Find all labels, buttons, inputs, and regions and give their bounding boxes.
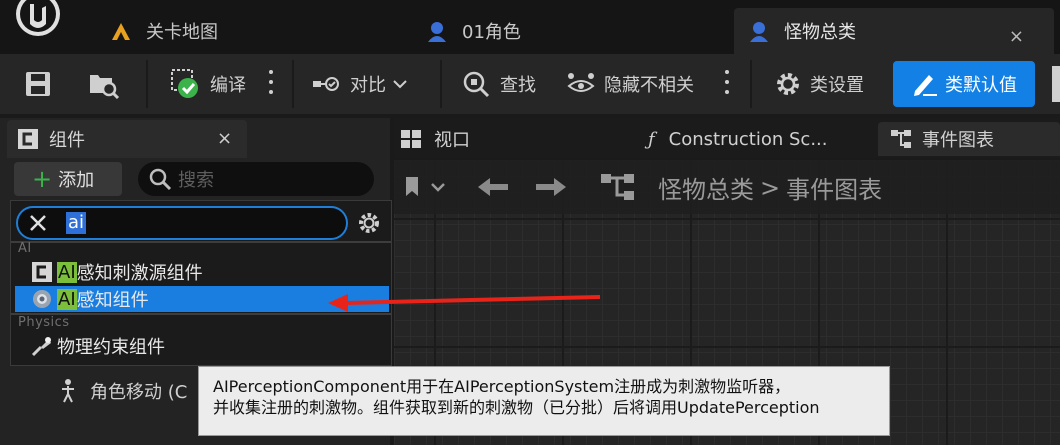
- hide-unrelated-button[interactable]: 隐藏不相关: [566, 64, 694, 104]
- category-divider: [11, 241, 391, 243]
- add-component-dropdown: ai AI AI 感知刺激源组件 AI 感知组件 Physics 物理约束组件: [10, 200, 392, 366]
- item-label: 角色移动 (C: [90, 382, 188, 403]
- tab-viewport[interactable]: 视口: [400, 122, 470, 156]
- class-settings-label: 类设置: [810, 75, 864, 96]
- breadcrumb-current: 事件图表: [786, 176, 883, 204]
- tab-monster-class[interactable]: 怪物总类 ×: [734, 8, 1054, 54]
- search-query: ai: [66, 212, 87, 234]
- category-header: AI: [18, 241, 32, 256]
- event-graph-icon: [891, 130, 911, 148]
- physics-constraint-icon: [31, 337, 51, 357]
- clear-search-icon[interactable]: [28, 213, 48, 233]
- back-arrow-icon[interactable]: [476, 176, 510, 198]
- component-search-input[interactable]: 搜索: [138, 162, 374, 196]
- list-item-ai-perception[interactable]: AI 感知组件: [15, 286, 389, 312]
- overflow-edge: [1052, 66, 1060, 102]
- character-blueprint-icon: [428, 22, 446, 42]
- tab-label: 视口: [434, 130, 470, 151]
- class-defaults-label: 类默认值: [945, 75, 1017, 96]
- pencil-list-icon: [914, 75, 937, 96]
- tooltip-line-1: AIPerceptionComponent用于在AIPerceptionSyst…: [213, 377, 791, 396]
- tab-character[interactable]: 01角色: [426, 8, 521, 54]
- perception-icon: [33, 290, 51, 308]
- viewport-icon: [401, 130, 421, 148]
- plus-icon: +: [32, 165, 53, 193]
- tab-label: 怪物总类: [784, 22, 856, 43]
- class-defaults-button[interactable]: 类默认值: [893, 61, 1035, 107]
- tab-event-graph[interactable]: 事件图表: [878, 122, 1060, 156]
- toolbar-divider: [146, 60, 148, 108]
- list-item-physics-constraint[interactable]: 物理约束组件: [15, 333, 389, 359]
- diff-label: 对比: [350, 75, 386, 96]
- gear-icon: [777, 73, 799, 95]
- tab-label: Construction Sc...: [668, 128, 828, 150]
- components-tab[interactable]: 组件 ×: [7, 120, 247, 158]
- hide-unrelated-options-icon[interactable]: [724, 70, 730, 98]
- toolbar-divider: [750, 60, 752, 108]
- close-tab-button[interactable]: ×: [1009, 26, 1024, 47]
- search-placeholder: 搜索: [178, 170, 214, 191]
- movement-icon: [62, 379, 74, 403]
- tab-label: 事件图表: [922, 130, 994, 151]
- add-label: 添加: [58, 170, 95, 191]
- item-label: 感知刺激源组件: [76, 263, 203, 284]
- tab-construction-script[interactable]: ƒ Construction Sc...: [648, 122, 828, 156]
- toolbar: 编译 对比 查找 隐藏不相关 类设置 类默认值: [0, 54, 1060, 114]
- toolbar-divider: [440, 60, 442, 108]
- item-label: 物理约束组件: [57, 337, 165, 358]
- breadcrumb: 怪物总类 > 事件图表: [658, 170, 882, 205]
- item-label: 感知组件: [76, 290, 149, 311]
- component-c-icon: [18, 129, 38, 149]
- compile-label: 编译: [210, 75, 246, 96]
- graph-nodes-icon: [601, 174, 634, 200]
- unreal-logo-icon[interactable]: [10, 0, 70, 46]
- character-movement-item[interactable]: 角色移动 (C: [56, 378, 187, 404]
- breadcrumb-root[interactable]: 怪物总类: [658, 170, 754, 205]
- tab-label: 01角色: [462, 22, 521, 43]
- tab-label: 关卡地图: [146, 22, 218, 43]
- browse-button[interactable]: [88, 64, 128, 104]
- gear-icon[interactable]: [357, 211, 381, 235]
- save-button[interactable]: [24, 64, 60, 104]
- compile-button[interactable]: 编译: [170, 64, 246, 104]
- find-icon: [463, 71, 490, 98]
- list-item-ai-stimuli-source[interactable]: AI 感知刺激源组件: [15, 259, 389, 285]
- component-c-icon: [32, 262, 52, 282]
- save-icon: [26, 72, 50, 96]
- find-button[interactable]: 查找: [462, 64, 536, 104]
- component-tooltip: AIPerceptionComponent用于在AIPerceptionSyst…: [198, 366, 890, 436]
- toolbar-divider: [292, 60, 294, 108]
- compile-check-icon: [171, 69, 198, 98]
- function-icon: ƒ: [648, 128, 655, 150]
- editor-tab-bar: 视口 ƒ Construction Sc... 事件图表: [394, 118, 1060, 158]
- category-header: Physics: [18, 315, 70, 330]
- level-map-icon: [112, 23, 130, 40]
- match-highlight: AI: [57, 261, 77, 283]
- dropdown-search-input[interactable]: ai: [16, 206, 348, 240]
- diff-dropdown[interactable]: 对比: [312, 64, 416, 104]
- chevron-down-icon: [393, 80, 407, 89]
- hide-unrelated-icon: [567, 73, 595, 92]
- tab-level-map[interactable]: 关卡地图: [110, 8, 218, 54]
- components-title: 组件: [49, 130, 85, 151]
- tooltip-line-2: 并收集注册的刺激物。组件获取到新的刺激物（已分批）后将调用UpdatePerce…: [213, 398, 820, 417]
- compile-options-icon[interactable]: [268, 70, 274, 98]
- title-bar: 关卡地图 01角色 怪物总类 ×: [0, 0, 1060, 54]
- diff-icon: [313, 77, 339, 91]
- monster-blueprint-icon: [750, 22, 768, 42]
- forward-arrow-icon[interactable]: [534, 176, 568, 198]
- folder-search-icon: [90, 75, 120, 99]
- hide-unrelated-label: 隐藏不相关: [604, 75, 694, 96]
- find-label: 查找: [500, 75, 536, 96]
- breadcrumb-separator: >: [760, 173, 781, 202]
- close-panel-button[interactable]: ×: [217, 128, 232, 149]
- bookmark-icon[interactable]: [404, 176, 452, 198]
- search-icon: [149, 168, 172, 191]
- match-highlight: AI: [57, 288, 77, 310]
- add-component-button[interactable]: + 添加: [14, 162, 122, 196]
- class-settings-button[interactable]: 类设置: [774, 64, 864, 104]
